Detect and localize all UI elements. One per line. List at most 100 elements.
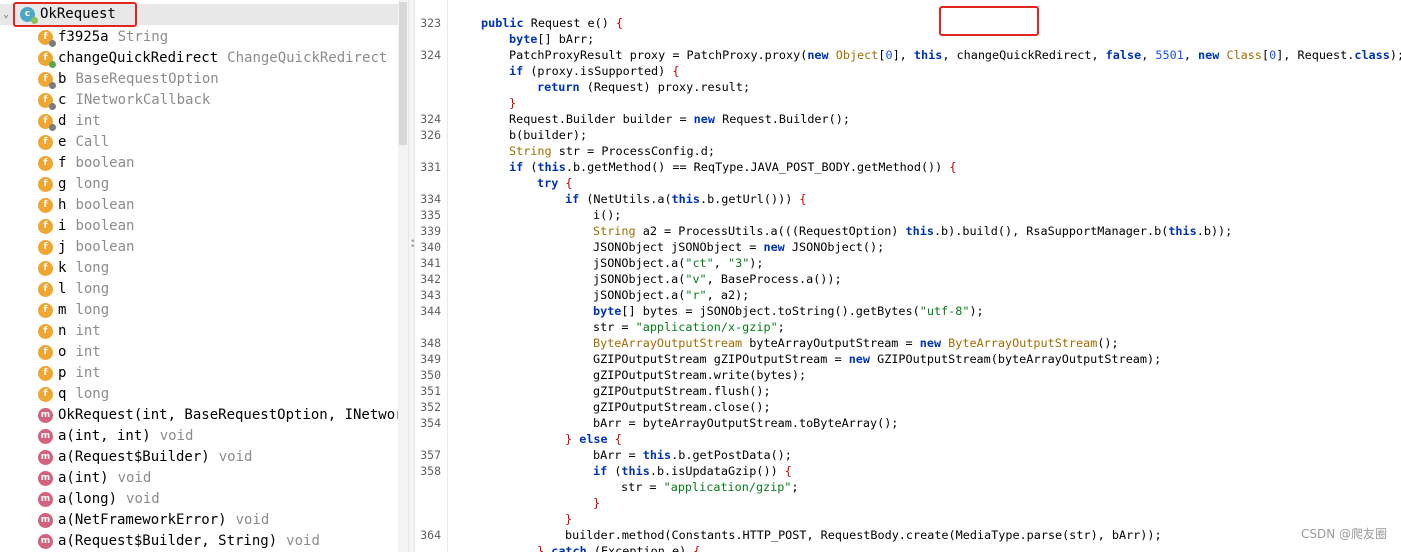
field-icon: f [38, 72, 56, 89]
tree-field-item[interactable]: f n int [0, 321, 398, 342]
line-number: 342 [420, 272, 441, 286]
tree-method-item[interactable]: m a(Request$Builder, String) void [0, 531, 398, 552]
member-name: e Call [58, 134, 110, 150]
code-line[interactable]: JSONObject jSONObject = new JSONObject()… [593, 239, 884, 255]
tree-field-item[interactable]: f f3925a String [0, 27, 398, 48]
chevron-down-icon[interactable]: ⌄ [3, 4, 13, 25]
method-icon: m [38, 471, 53, 486]
member-type: void [126, 491, 160, 507]
code-line[interactable]: gZIPOutputStream.flush(); [593, 383, 771, 399]
tree-field-item[interactable]: f j boolean [0, 237, 398, 258]
code-token: } [593, 496, 601, 510]
code-line[interactable]: jSONObject.a("v", BaseProcess.a()); [593, 271, 842, 287]
tree-field-item[interactable]: f o int [0, 342, 398, 363]
code-line[interactable]: if (NetUtils.a(this.b.getUrl())) { [565, 191, 807, 207]
code-token: , [713, 256, 728, 270]
tree-field-item[interactable]: f h boolean [0, 195, 398, 216]
tree-field-item[interactable]: f d int [0, 111, 398, 132]
code-token: String [509, 144, 559, 158]
code-token: (); [1097, 336, 1119, 350]
tree-method-item[interactable]: m a(Request$Builder) void [0, 447, 398, 468]
tree-field-item[interactable]: f l long [0, 279, 398, 300]
code-line[interactable]: } else { [565, 431, 622, 447]
tree-method-item[interactable]: m a(NetFrameworkError) void [0, 510, 398, 531]
field-icon: f [38, 303, 53, 318]
code-line[interactable]: str = "application/gzip"; [621, 479, 799, 495]
code-token: this [671, 192, 700, 206]
code-line[interactable]: jSONObject.a("r", a2); [593, 287, 749, 303]
code-token: else [579, 432, 615, 446]
tree-method-item[interactable]: m a(long) void [0, 489, 398, 510]
code-token: "application/x-gzip" [635, 320, 778, 334]
tree-field-item[interactable]: f changeQuickRedirect ChangeQuickRedirect [0, 48, 398, 69]
field-icon: f [38, 219, 53, 234]
tree-method-item[interactable]: m OkRequest(int, BaseRequestOption, INetw… [0, 405, 398, 426]
code-token: if [593, 464, 615, 478]
code-line[interactable]: if (proxy.isSupported) { [509, 63, 679, 79]
code-line[interactable]: } catch (Exception e) { [537, 543, 700, 552]
tree-field-item[interactable]: f f boolean [0, 153, 398, 174]
code-line[interactable]: } [565, 511, 572, 527]
code-token: } [537, 544, 552, 552]
tree-field-item[interactable]: f q long [0, 384, 398, 405]
code-line[interactable]: byte[] bArr; [509, 31, 594, 47]
tree-field-item[interactable]: f g long [0, 174, 398, 195]
code-line[interactable]: gZIPOutputStream.write(bytes); [593, 367, 806, 383]
code-line[interactable]: i(); [593, 207, 621, 223]
line-number: 351 [420, 384, 441, 398]
code-token: try [537, 176, 566, 190]
code-line[interactable]: bArr = byteArrayOutputStream.toByteArray… [593, 415, 898, 431]
tree-field-item[interactable]: f m long [0, 300, 398, 321]
code-token: this [913, 48, 943, 62]
code-line[interactable]: jSONObject.a("ct", "3"); [593, 255, 764, 271]
code-token: Request.Builder(); [722, 112, 850, 126]
tree-field-item[interactable]: f i boolean [0, 216, 398, 237]
code-token: "application/gzip" [663, 480, 792, 494]
code-line[interactable]: String str = ProcessConfig.d; [509, 143, 715, 159]
code-line[interactable]: bArr = this.b.getPostData(); [593, 447, 792, 463]
code-line[interactable]: byte[] bytes = jSONObject.toString().get… [593, 303, 984, 319]
code-line[interactable]: } [593, 495, 600, 511]
tree-field-item[interactable]: f e Call [0, 132, 398, 153]
structure-scrollbar[interactable] [398, 0, 408, 552]
scrollbar-thumb[interactable] [399, 2, 407, 145]
tree-field-item[interactable]: f c INetworkCallback [0, 90, 398, 111]
code-line[interactable]: Request.Builder builder = new Request.Bu… [509, 111, 850, 127]
code-editor[interactable]: 323 324 324 326 331 334 335 339 340 341 342 343 344 3… [415, 0, 1401, 552]
code-token: JSONObject(); [791, 240, 885, 254]
panel-splitter[interactable]: • • [408, 0, 415, 552]
method-icon: m [38, 429, 53, 444]
tree-method-item[interactable]: m a(int) void [0, 468, 398, 489]
tree-field-item[interactable]: f p int [0, 363, 398, 384]
code-line[interactable]: str = "application/x-gzip"; [593, 319, 785, 335]
code-line[interactable]: b(builder); [509, 127, 587, 143]
line-number: 350 [420, 368, 441, 382]
code-line[interactable]: public Request e() { [481, 15, 623, 31]
code-token: catch [551, 544, 594, 552]
member-name: a(long) void [58, 491, 160, 507]
code-token: , changeQuickRedirect, [942, 48, 1106, 62]
code-line[interactable]: gZIPOutputStream.close(); [593, 399, 771, 415]
code-line[interactable]: builder.method(Constants.HTTP_POST, Requ… [565, 527, 1162, 543]
code-token: { [615, 16, 624, 30]
code-token: { [693, 544, 701, 552]
code-line[interactable]: if (this.b.getMethod() == ReqType.JAVA_P… [509, 159, 956, 175]
tree-field-item[interactable]: f b BaseRequestOption [0, 69, 398, 90]
code-line[interactable]: String a2 = ProcessUtils.a(((RequestOpti… [593, 223, 1232, 239]
code-token: jSONObject.a( [593, 272, 686, 286]
member-type: void [235, 512, 270, 528]
code-line[interactable]: GZIPOutputStream gZIPOutputStream = new … [593, 351, 1161, 367]
field-icon: f [38, 93, 56, 110]
code-token: } [565, 432, 580, 446]
member-type: boolean [75, 239, 135, 255]
tree-field-item[interactable]: f k long [0, 258, 398, 279]
code-token: class [1354, 48, 1390, 62]
code-line[interactable]: ByteArrayOutputStream byteArrayOutputStr… [593, 335, 1119, 351]
code-line[interactable]: } [509, 95, 516, 111]
code-line[interactable]: PatchProxyResult proxy = PatchProxy.prox… [509, 47, 1401, 63]
code-line[interactable]: if (this.b.isUpdataGzip()) { [593, 463, 792, 479]
code-line[interactable]: return (Request) proxy.result; [537, 79, 750, 95]
code-token: if [509, 64, 531, 78]
code-line[interactable]: try { [537, 175, 573, 191]
tree-method-item[interactable]: m a(int, int) void [0, 426, 398, 447]
